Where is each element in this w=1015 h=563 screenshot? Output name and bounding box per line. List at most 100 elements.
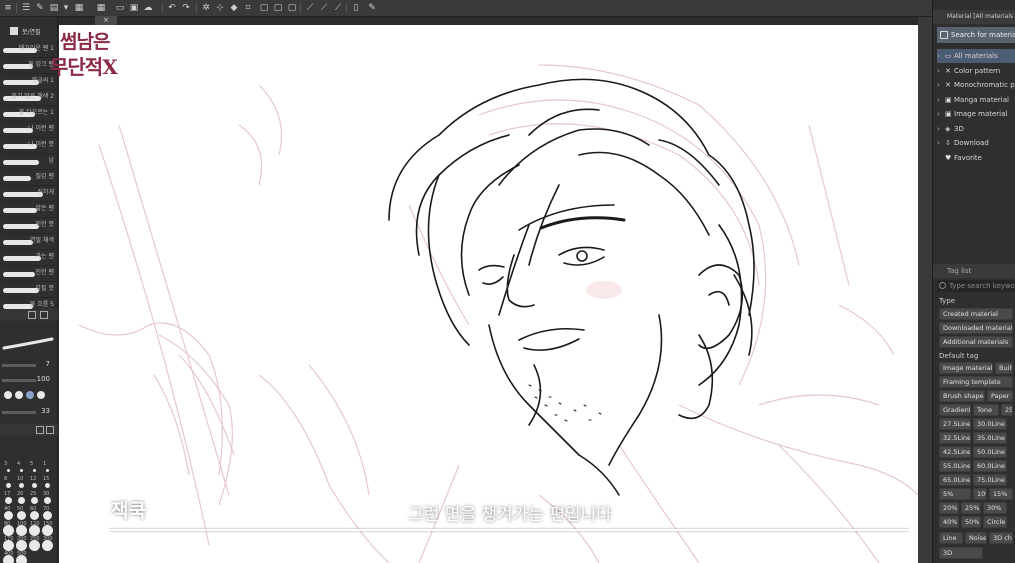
material-tree-item[interactable]: › ✕ Color pattern <box>937 64 1015 78</box>
brush-size-swatch[interactable] <box>41 524 53 536</box>
brush-item[interactable]: 연필 채색 <box>2 233 56 250</box>
material-search-field[interactable]: Search for material <box>937 27 1015 43</box>
type-tag[interactable]: Created material <box>939 308 1013 320</box>
gear-icon[interactable]: ✲ <box>200 2 212 14</box>
material-tree-item[interactable]: › ▣ Image material <box>937 107 1015 121</box>
material-tree-item[interactable]: › ⇩ Download <box>937 136 1015 150</box>
default-tag[interactable]: Tone <box>973 404 999 416</box>
redo-icon[interactable]: ↷ <box>180 2 192 14</box>
new-canvas-icon[interactable]: ▦ <box>73 2 85 14</box>
tag-search-field[interactable]: Type search keyword <box>937 280 1015 292</box>
brush-size-swatch[interactable] <box>18 482 24 488</box>
brush-size-swatch[interactable] <box>29 510 39 520</box>
brush-size-swatch[interactable] <box>19 468 23 472</box>
brush-size-swatch[interactable] <box>41 539 53 551</box>
brush-item[interactable]: 갈필 붓 <box>2 281 56 298</box>
snap-ruler-icon[interactable]: ⟋ <box>304 2 316 14</box>
type-tag[interactable]: Additional materials <box>939 336 1013 348</box>
default-tag[interactable]: 25% <box>961 502 981 514</box>
brush-item[interactable]: 남 <box>2 153 56 170</box>
delete-brush-icon[interactable] <box>40 311 48 319</box>
brush-size-swatch[interactable] <box>15 524 27 536</box>
brush-tip-selected-icon[interactable] <box>26 391 34 399</box>
default-tag[interactable]: Circle <box>983 516 1007 528</box>
chevron-right-icon[interactable]: › <box>937 93 945 107</box>
brush-size-swatch[interactable] <box>15 539 27 551</box>
default-tag[interactable]: 30% <box>983 502 1007 514</box>
brush-item[interactable]: 가는 펜 <box>2 249 56 266</box>
brush-size-swatch[interactable] <box>31 482 37 488</box>
save-icon[interactable]: ▣ <box>128 2 140 14</box>
brush-tip-round-icon[interactable] <box>4 391 12 399</box>
default-tag[interactable]: 5% <box>939 488 971 500</box>
hamburger-icon[interactable]: ☰ <box>20 2 32 14</box>
add-size-icon[interactable] <box>46 426 54 434</box>
default-tag[interactable]: 60.0Line <box>973 460 1007 472</box>
brush-size-swatch[interactable] <box>28 524 40 536</box>
brush-tip-soft-icon[interactable] <box>15 391 23 399</box>
deselect-icon[interactable]: ▢ <box>272 2 284 14</box>
brush-size-swatch[interactable] <box>4 496 12 504</box>
default-tag[interactable]: 30.0Line <box>973 418 1007 430</box>
layers-icon[interactable]: ▤ <box>48 2 60 14</box>
default-tag[interactable]: 75.0Line <box>973 474 1007 486</box>
brush-size-swatch[interactable] <box>17 496 25 504</box>
material-tree-item[interactable]: ›✕Monochromatic pattern <box>937 78 1015 92</box>
material-tree-item[interactable]: ♥ Favorite <box>937 151 1015 165</box>
brush-size-swatch[interactable] <box>6 468 10 472</box>
brush-item[interactable]: 얇은 펜 <box>2 201 56 218</box>
default-tag[interactable]: 50% <box>961 516 981 528</box>
type-tag[interactable]: Downloaded material <box>939 322 1013 334</box>
chevron-right-icon[interactable]: › <box>937 107 945 121</box>
material-tree-item[interactable]: › ◈ 3D <box>937 122 1015 136</box>
brush-item[interactable]: 진하게 <box>2 185 56 202</box>
snap-special-ruler-icon[interactable]: ⟋ <box>318 2 330 14</box>
brush-tip-flat-icon[interactable] <box>37 391 45 399</box>
add-brush-icon[interactable] <box>28 311 36 319</box>
brush-size-swatch[interactable] <box>44 482 50 488</box>
chevron-right-icon[interactable]: › <box>937 64 945 78</box>
chevron-right-icon[interactable]: › <box>937 122 945 136</box>
brush-item[interactable]: 진한 붓 <box>2 217 56 234</box>
default-tag[interactable]: 65.0Line <box>939 474 971 486</box>
edit-icon[interactable]: ✎ <box>366 2 378 14</box>
brush-shape-selector[interactable] <box>2 389 56 401</box>
default-tag[interactable]: 35.0Line <box>973 432 1007 444</box>
snap-grid-icon[interactable]: ⟋ <box>332 2 344 14</box>
brush-size-swatch[interactable] <box>2 539 14 551</box>
default-tag[interactable]: Noise <box>965 532 987 544</box>
brush-item[interactable]: 불 타오르는 1 <box>2 105 56 122</box>
brush-size-swatch[interactable] <box>3 510 13 520</box>
default-tag[interactable]: 10% <box>973 488 987 500</box>
pen-icon[interactable]: ✎ <box>34 2 46 14</box>
default-tag[interactable]: 42.5Line <box>939 446 971 458</box>
brush-size-swatch[interactable] <box>45 468 49 472</box>
default-tag[interactable]: Brush shape <box>939 390 985 402</box>
brush-size-swatch[interactable] <box>16 510 26 520</box>
default-tag[interactable]: 32.5Line <box>939 432 971 444</box>
brush-size-swatch[interactable] <box>42 510 52 520</box>
brush-item[interactable]: 나 이런 붓 <box>2 137 56 154</box>
material-tree-item[interactable]: › ▣ Manga material <box>937 93 1015 107</box>
grid-icon[interactable]: ▦ <box>95 2 107 14</box>
default-tag[interactable]: Built-in <box>995 362 1013 374</box>
stabilization-slider[interactable]: 33 <box>2 407 56 418</box>
drawing-canvas[interactable] <box>59 25 918 563</box>
brush-item[interactable]: 물기 많은 채색 2 <box>2 89 56 106</box>
brush-size-slider[interactable]: 7 <box>2 360 56 371</box>
brush-item[interactable]: 질감 펜 <box>2 169 56 186</box>
brush-size-swatch[interactable] <box>2 554 14 563</box>
crop-icon[interactable]: ⌗ <box>242 2 254 14</box>
canvas-scrollbar[interactable] <box>918 17 932 563</box>
default-tag[interactable]: 25.0Line <box>1001 404 1013 416</box>
transform-icon[interactable]: ⊹ <box>214 2 226 14</box>
invert-selection-icon[interactable]: ▢ <box>286 2 298 14</box>
default-tag[interactable]: 40% <box>939 516 959 528</box>
default-tag[interactable]: 20% <box>939 502 959 514</box>
cloud-icon[interactable]: ☁ <box>142 2 154 14</box>
default-tag[interactable]: 55.0Line <box>939 460 971 472</box>
default-tag[interactable]: 27.5Line <box>939 418 971 430</box>
opacity-slider[interactable]: 100 <box>2 375 56 386</box>
brush-item[interactable]: 나 이런 펜 <box>2 121 56 138</box>
close-icon[interactable]: × <box>103 16 109 24</box>
